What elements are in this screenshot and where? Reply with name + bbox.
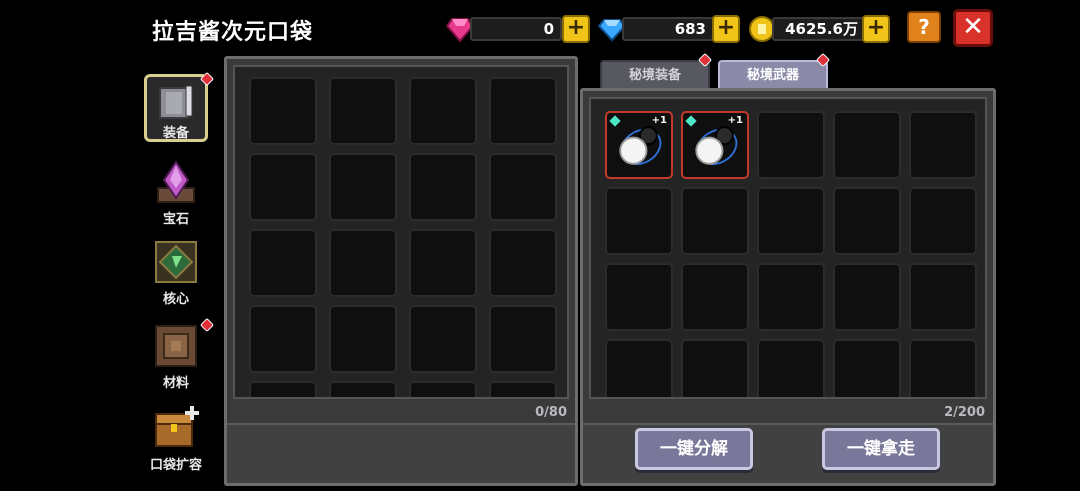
- weapon-slot[interactable]: [681, 187, 749, 255]
- weapon-slot[interactable]: [909, 111, 977, 179]
- coins-counter: 4625.6万 +: [748, 14, 893, 44]
- inventory-slot[interactable]: [409, 305, 477, 373]
- left-slot-grid[interactable]: [233, 65, 569, 399]
- inventory-slot[interactable]: [409, 229, 477, 297]
- chest-icon: [155, 406, 199, 447]
- weapon-slot[interactable]: [833, 187, 901, 255]
- inventory-slot[interactable]: [329, 153, 397, 221]
- weapon-slot[interactable]: [605, 339, 673, 397]
- inventory-slot[interactable]: [489, 153, 557, 221]
- bomb-weapon-icon: [619, 126, 662, 166]
- add-coins-button[interactable]: +: [862, 15, 890, 43]
- left-capacity-count: 0/80: [535, 405, 567, 420]
- right-capacity-count: 2/200: [944, 405, 985, 420]
- notification-badge: [199, 317, 215, 333]
- inventory-slot[interactable]: [249, 153, 317, 221]
- page-title: 拉吉酱次元口袋: [152, 20, 314, 45]
- inventory-slot[interactable]: [249, 229, 317, 297]
- inventory-slot[interactable]: [329, 381, 397, 397]
- weapon-slot[interactable]: [681, 263, 749, 331]
- sidebar-item-label: 核心: [162, 292, 189, 307]
- help-button[interactable]: ?: [907, 11, 941, 43]
- bomb-weapon-icon: [695, 126, 738, 166]
- gems-value: 0: [543, 20, 554, 38]
- sidebar-item-label: 宝石: [162, 212, 189, 227]
- inventory-slot[interactable]: [489, 381, 557, 397]
- tab-secret-weapons[interactable]: 秘境武器: [718, 60, 828, 90]
- close-button[interactable]: ✕: [953, 9, 993, 47]
- inventory-slot[interactable]: [409, 381, 477, 397]
- sidebar-item-expand-pocket[interactable]: 口袋扩容: [140, 404, 212, 486]
- left-inventory-panel: 0/80: [224, 56, 578, 486]
- weapon-slot[interactable]: +1: [681, 111, 749, 179]
- inventory-slot[interactable]: [249, 77, 317, 145]
- inventory-slot[interactable]: [489, 305, 557, 373]
- inventory-slot[interactable]: [409, 153, 477, 221]
- diamonds-counter: 683 +: [598, 14, 743, 44]
- right-inventory-panel: +1 +1 2/200: [580, 88, 996, 486]
- weapon-slot[interactable]: [909, 339, 977, 397]
- inventory-slot[interactable]: [489, 229, 557, 297]
- tab-secret-equipment[interactable]: 秘境装备: [600, 60, 710, 90]
- add-gems-button[interactable]: +: [562, 15, 590, 43]
- gem-crystal-icon: [157, 160, 195, 203]
- weapon-slot[interactable]: [833, 263, 901, 331]
- add-diamonds-button[interactable]: +: [712, 15, 740, 43]
- gems-counter: 0 +: [446, 14, 591, 44]
- weapon-slot[interactable]: [757, 339, 825, 397]
- weapon-slot[interactable]: [833, 339, 901, 397]
- inventory-slot[interactable]: [329, 305, 397, 373]
- weapon-slot[interactable]: [605, 263, 673, 331]
- inventory-slot[interactable]: [249, 381, 317, 397]
- sidebar-item-label: 装备: [162, 126, 189, 141]
- weapon-slot[interactable]: +1: [605, 111, 673, 179]
- weapon-slot[interactable]: [833, 111, 901, 179]
- weapon-slot[interactable]: [909, 263, 977, 331]
- sidebar-item-gems[interactable]: 宝石: [140, 158, 212, 240]
- sidebar-item-core[interactable]: 核心: [140, 238, 212, 320]
- sidebar-item-equipment[interactable]: 装备: [140, 71, 215, 162]
- inventory-slot[interactable]: [489, 77, 557, 145]
- armor-icon: [159, 85, 193, 119]
- material-icon: [155, 325, 197, 367]
- take-all-button[interactable]: 一键拿走: [822, 428, 940, 470]
- inventory-slot[interactable]: [329, 229, 397, 297]
- decompose-all-button[interactable]: 一键分解: [635, 428, 753, 470]
- sidebar-item-label: 材料: [162, 376, 189, 391]
- weapon-slot[interactable]: [757, 187, 825, 255]
- right-slot-grid[interactable]: +1 +1: [589, 97, 987, 399]
- weapon-slot[interactable]: [909, 187, 977, 255]
- weapon-slot[interactable]: [757, 111, 825, 179]
- coins-value: 4625.6万: [785, 20, 858, 38]
- inventory-slot[interactable]: [249, 305, 317, 373]
- inventory-slot[interactable]: [409, 77, 477, 145]
- sidebar-item-materials[interactable]: 材料: [140, 317, 215, 404]
- sidebar-item-label: 口袋扩容: [149, 458, 202, 473]
- diamonds-value: 683: [674, 20, 706, 38]
- weapon-slot[interactable]: [605, 187, 673, 255]
- weapon-slot[interactable]: [757, 263, 825, 331]
- core-icon: [155, 241, 197, 283]
- weapon-slot[interactable]: [681, 339, 749, 397]
- inventory-slot[interactable]: [329, 77, 397, 145]
